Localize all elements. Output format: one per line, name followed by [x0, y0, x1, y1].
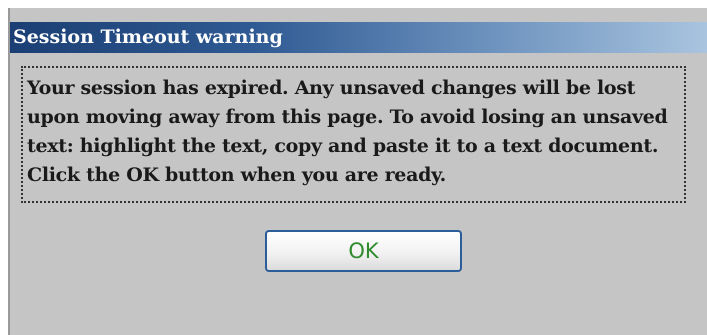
ok-button[interactable]: OK [265, 230, 462, 272]
timeout-message: Your session has expired. Any unsaved ch… [27, 77, 668, 186]
dialog-title: Session Timeout warning [13, 26, 283, 48]
dialog-title-bar: Session Timeout warning [10, 22, 707, 53]
message-box: Your session has expired. Any unsaved ch… [21, 66, 686, 203]
session-timeout-dialog: Session Timeout warning Your session has… [8, 8, 707, 335]
